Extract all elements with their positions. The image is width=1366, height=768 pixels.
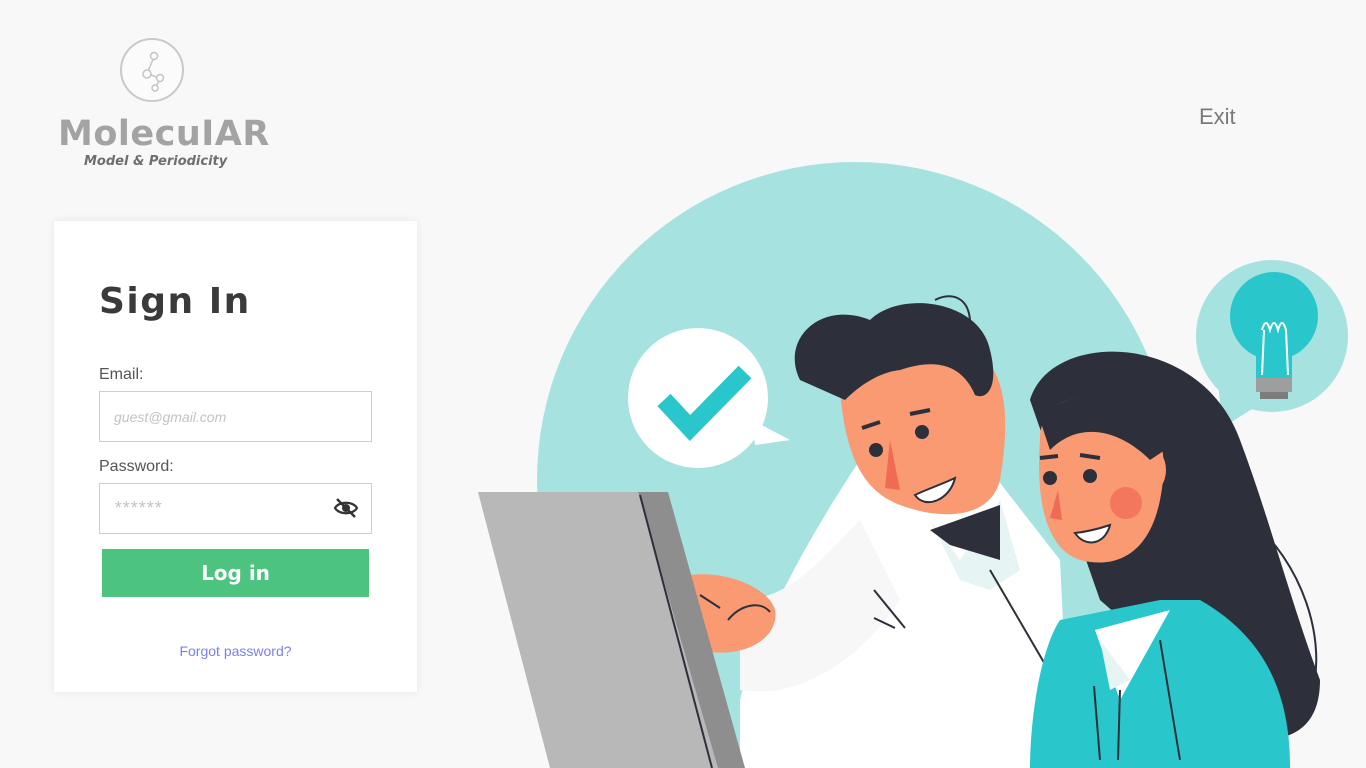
molecule-icon [120,38,184,102]
password-label: Password: [99,458,174,475]
signin-title: Sign In [99,281,251,322]
login-button[interactable]: Log in [102,549,369,597]
email-label: Email: [99,366,144,383]
email-field[interactable] [99,391,372,442]
forgot-password-link[interactable]: Forgot password? [54,643,417,659]
password-field[interactable] [99,483,372,534]
eye-slash-icon[interactable] [333,495,359,521]
exit-link[interactable]: Exit [1199,104,1236,130]
brand-tagline: Model & Periodicity [84,154,228,169]
people-at-computer-illustration [478,162,1348,768]
signin-card: Sign In Email: Password: Log in Forgot p… [54,221,417,692]
brand-name: MolecuIAR [58,114,270,154]
app-logo: MolecuIAR Model & Periodicity [58,38,269,178]
